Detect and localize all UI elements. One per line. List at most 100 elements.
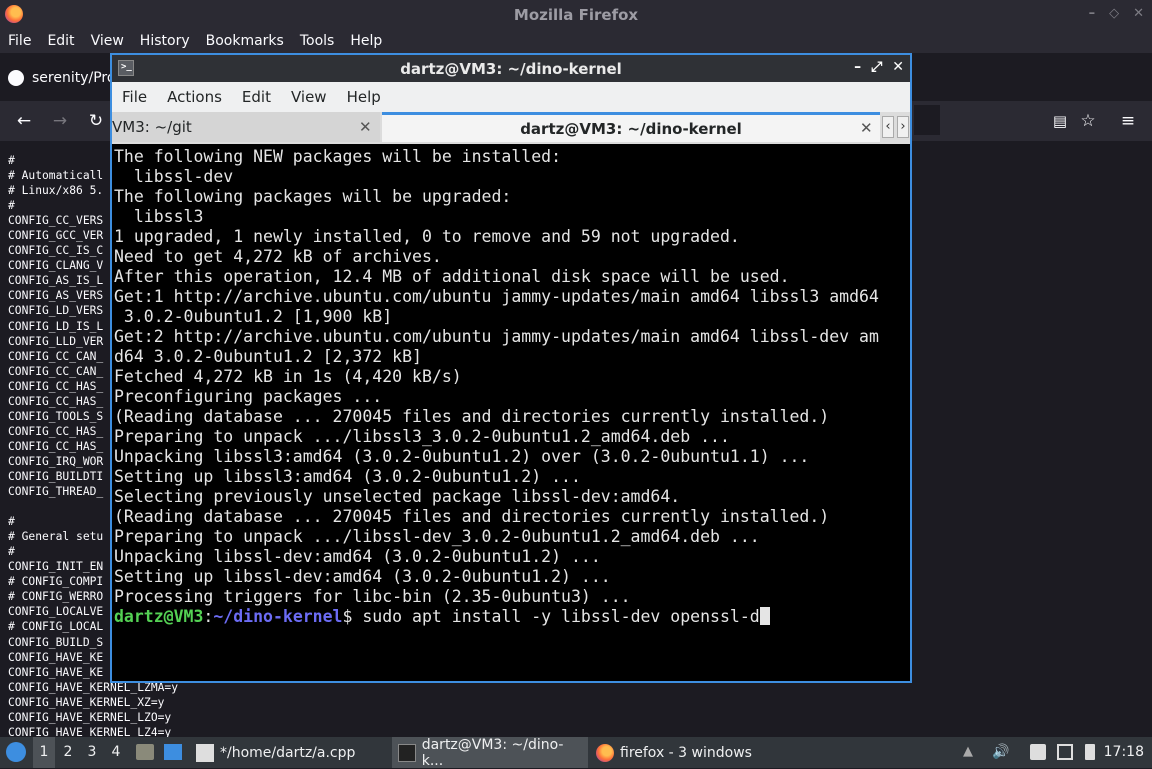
file-manager-icon[interactable] (136, 744, 154, 760)
task-terminal[interactable]: dartz@VM3: ~/dino-k... (392, 736, 588, 769)
prompt-separator: : (203, 607, 214, 626)
prompt-symbol: $ (342, 607, 353, 626)
reader-view-icon[interactable]: ▤ (1050, 111, 1070, 131)
taskbar: 1 2 3 4 */home/dartz/a.cpp dartz@VM3: ~/… (0, 736, 1152, 769)
close-icon[interactable]: ✕ (892, 59, 904, 75)
close-tab-icon[interactable]: ✕ (359, 118, 372, 136)
task-label: */home/dartz/a.cpp (220, 744, 356, 761)
terminal-output-line: libssl3 (114, 207, 204, 226)
forward-icon[interactable]: → (50, 111, 70, 131)
config-line: CONFIG_HAVE_KERNEL_XZ=y (8, 695, 165, 709)
terminal-output-line: Need to get 4,272 kB of archives. (114, 247, 442, 266)
text-editor-icon (196, 743, 214, 762)
terminal-output-line: Selecting previously unselected package … (114, 487, 681, 506)
terminal-window-title: dartz@VM3: ~/dino-kernel (400, 59, 622, 78)
terminal-output-line: The following NEW packages will be insta… (114, 147, 562, 166)
prompt-user: dartz@VM3 (114, 607, 204, 626)
url-bar[interactable] (914, 105, 940, 135)
terminal-window-controls: – ⤢ ✕ (854, 59, 904, 75)
text-cursor (759, 607, 770, 625)
scroll-tabs-right-icon[interactable]: › (897, 116, 909, 138)
terminal-window[interactable]: >_ dartz@VM3: ~/dino-kernel – ⤢ ✕ File A… (110, 53, 912, 683)
task-label: firefox - 3 windows (620, 744, 752, 761)
menu-view[interactable]: View (83, 33, 132, 49)
terminal-title-bar[interactable]: >_ dartz@VM3: ~/dino-kernel – ⤢ ✕ (112, 55, 910, 82)
firefox-title-bar: Mozilla Firefox – ◇ ✕ (0, 0, 1152, 29)
firefox-icon (596, 743, 614, 762)
terminal-output-line: The following packages will be upgraded: (114, 187, 512, 206)
bookmark-star-icon[interactable]: ☆ (1078, 111, 1098, 131)
terminal-output-line: Preconfiguring packages ... (114, 387, 383, 406)
terminal-tab-git[interactable]: VM3: ~/git ✕ (112, 112, 380, 142)
terminal-output-line: 3.0.2-0ubuntu1.2 [1,900 kB] (114, 307, 393, 326)
menu-edit[interactable]: Edit (39, 33, 82, 49)
maximize-icon[interactable]: ◇ (1109, 6, 1119, 21)
terminal-output-line: (Reading database ... 270045 files and d… (114, 407, 830, 426)
firefox-window-title: Mozilla Firefox (513, 5, 639, 24)
firefox-tab-label: serenity/Pro (32, 70, 116, 86)
network-icon[interactable] (1057, 744, 1073, 760)
volume-icon[interactable]: 🔊 (992, 744, 1009, 760)
menu-tools[interactable]: Tools (292, 33, 343, 49)
reload-icon[interactable]: ↻ (86, 111, 106, 131)
start-menu-icon[interactable] (6, 742, 26, 762)
firefox-window-controls: – ◇ ✕ (1089, 6, 1144, 21)
terminal-output-line: Preparing to unpack .../libssl-dev_3.0.2… (114, 527, 760, 546)
terminal-output-line: Unpacking libssl3:amd64 (3.0.2-0ubuntu1.… (114, 447, 810, 466)
firefox-logo-icon (5, 5, 23, 23)
clipboard-icon[interactable] (1030, 744, 1046, 760)
terminal-output-line: (Reading database ... 270045 files and d… (114, 507, 830, 526)
task-label: dartz@VM3: ~/dino-k... (421, 736, 564, 769)
terminal-menu-bar: File Actions Edit View Help (112, 82, 910, 112)
terminal-output-line: 1 upgraded, 1 newly installed, 0 to remo… (114, 227, 740, 246)
task-firefox[interactable]: firefox - 3 windows (596, 737, 752, 768)
config-line: CONFIG_HAVE_KERNEL_LZO=y (8, 710, 172, 724)
prompt-path: ~/dino-kernel (213, 607, 343, 626)
terminal-app-icon: >_ (118, 60, 134, 76)
terminal-output-line: Setting up libssl-dev:amd64 (3.0.2-0ubun… (114, 567, 611, 586)
scroll-tabs-left-icon[interactable]: ‹ (882, 116, 894, 138)
minimize-icon[interactable]: – (1089, 6, 1096, 21)
workspace-4[interactable]: 4 (105, 737, 127, 768)
terminal-menu-edit[interactable]: Edit (232, 88, 281, 106)
close-tab-icon[interactable]: ✕ (860, 119, 873, 137)
terminal-output-line: Get:1 http://archive.ubuntu.com/ubuntu j… (114, 287, 879, 306)
desktop-icon[interactable] (164, 744, 182, 760)
terminal-tab-label: VM3: ~/git (112, 118, 192, 136)
clock[interactable]: 17:18 (1104, 737, 1144, 768)
workspace-2[interactable]: 2 (57, 737, 79, 768)
terminal-output-line: Processing triggers for libc-bin (2.35-0… (114, 587, 631, 606)
terminal-output-line: Unpacking libssl-dev:amd64 (3.0.2-0ubunt… (114, 547, 601, 566)
task-text-editor[interactable]: */home/dartz/a.cpp (196, 737, 355, 768)
terminal-lines: The following NEW packages will be insta… (114, 147, 908, 607)
menu-bookmarks[interactable]: Bookmarks (198, 33, 292, 49)
terminal-menu-help[interactable]: Help (337, 88, 391, 106)
close-icon[interactable]: ✕ (1133, 6, 1144, 21)
terminal-output-line: d64 3.0.2-0ubuntu1.2 [2,372 kB] (114, 347, 422, 366)
terminal-menu-file[interactable]: File (112, 88, 157, 106)
terminal-tab-label: dartz@VM3: ~/dino-kernel (520, 119, 742, 138)
firefox-tab[interactable]: serenity/Pro (8, 63, 115, 93)
terminal-tab-bar: VM3: ~/git ✕ dartz@VM3: ~/dino-kernel ✕ … (112, 112, 910, 144)
menu-history[interactable]: History (132, 33, 198, 49)
terminal-output-line: Get:2 http://archive.ubuntu.com/ubuntu j… (114, 327, 879, 346)
terminal-prompt-line: dartz@VM3:~/dino-kernel$ sudo apt instal… (114, 607, 908, 627)
workspace-3[interactable]: 3 (81, 737, 103, 768)
tray-arrow-icon[interactable]: ▲ (963, 744, 979, 760)
menu-help[interactable]: Help (342, 33, 390, 49)
firefox-menu-bar: File Edit View History Bookmarks Tools H… (0, 29, 1152, 53)
minimize-icon[interactable]: – (854, 59, 861, 75)
terminal-output-line: libssl-dev (114, 167, 234, 186)
back-icon[interactable]: ← (14, 111, 34, 131)
terminal-output[interactable]: The following NEW packages will be insta… (114, 147, 908, 681)
command-input[interactable]: sudo apt install -y libssl-dev openssl-d (352, 607, 759, 626)
terminal-menu-view[interactable]: View (281, 88, 337, 106)
terminal-menu-actions[interactable]: Actions (157, 88, 232, 106)
hamburger-menu-icon[interactable]: ≡ (1118, 111, 1138, 131)
menu-file[interactable]: File (0, 33, 39, 49)
terminal-output-line: After this operation, 12.4 MB of additio… (114, 267, 790, 286)
maximize-icon[interactable]: ⤢ (871, 59, 882, 75)
battery-icon[interactable] (1085, 744, 1095, 760)
workspace-1[interactable]: 1 (33, 737, 55, 768)
terminal-tab-dino-kernel[interactable]: dartz@VM3: ~/dino-kernel ✕ (382, 112, 880, 142)
